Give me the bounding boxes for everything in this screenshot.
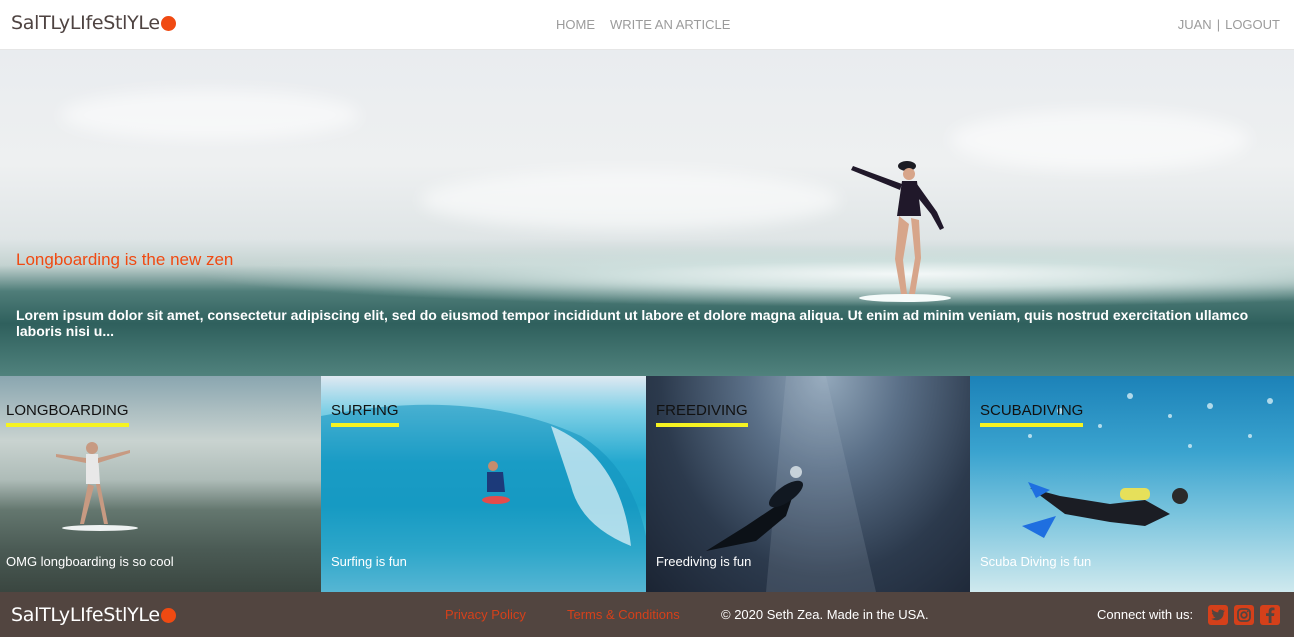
logo-dot-icon xyxy=(160,15,176,31)
category-card-freediving[interactable]: FREEDIVING Freediving is fun xyxy=(646,376,970,592)
hero-cloud xyxy=(60,90,360,140)
privacy-policy-link[interactable]: Privacy Policy xyxy=(445,607,526,622)
footer-brand-logo[interactable]: SalTLyLIfeStlYLe xyxy=(11,604,176,626)
footer: SalTLyLIfeStlYLe Privacy Policy Terms & … xyxy=(0,592,1294,637)
category-card-longboarding[interactable]: LONGBOARDING OMG longboarding is so cool xyxy=(0,376,321,592)
longboarder-figure xyxy=(56,442,138,531)
card-title: FREEDIVING xyxy=(656,402,748,427)
instagram-icon[interactable] xyxy=(1234,605,1254,625)
card-caption: Freediving is fun xyxy=(656,554,752,569)
surfer-figure xyxy=(851,161,951,302)
card-caption: Scuba Diving is fun xyxy=(980,554,1092,569)
brand-logo-text: SalTLyLIfeStlYLe xyxy=(11,12,160,34)
facebook-icon[interactable] xyxy=(1260,605,1280,625)
category-card-surfing[interactable]: SURFING Surfing is fun xyxy=(321,376,646,592)
user-separator: | xyxy=(1216,17,1221,32)
user-name-link[interactable]: JUAN xyxy=(1178,17,1212,32)
copyright-text: © 2020 Seth Zea. Made in the USA. xyxy=(721,607,929,622)
connect-label: Connect with us: xyxy=(1097,607,1194,622)
logout-link[interactable]: LOGOUT xyxy=(1225,17,1280,32)
category-card-scubadiving[interactable]: SCUBADIVING Scuba Diving is fun xyxy=(970,376,1294,592)
terms-conditions-link[interactable]: Terms & Conditions xyxy=(567,607,680,622)
hero-excerpt: Lorem ipsum dolor sit amet, consectetur … xyxy=(16,307,1249,339)
top-navbar: SalTLyLIfeStlYLe HOME WRITE AN ARTICLE J… xyxy=(0,0,1294,50)
card-caption: OMG longboarding is so cool xyxy=(6,554,174,569)
hero-title[interactable]: Longboarding is the new zen xyxy=(16,250,233,270)
nav-home-link[interactable]: HOME xyxy=(556,17,595,32)
nav-write-article-link[interactable]: WRITE AN ARTICLE xyxy=(610,17,730,32)
hero-banner[interactable]: Longboarding is the new zen Lorem ipsum … xyxy=(0,50,1294,376)
card-title: LONGBOARDING xyxy=(6,402,129,427)
footer-logo-text: SalTLyLIfeStlYLe xyxy=(11,604,160,626)
twitter-icon[interactable] xyxy=(1208,605,1228,625)
hero-cloud xyxy=(420,170,840,230)
user-menu: JUAN | LOGOUT xyxy=(1178,17,1280,32)
brand-logo[interactable]: SalTLyLIfeStlYLe xyxy=(11,12,176,34)
hero-cloud xyxy=(950,110,1250,170)
card-caption: Surfing is fun xyxy=(331,554,407,569)
card-title: SCUBADIVING xyxy=(980,402,1084,427)
main-nav: HOME WRITE AN ARTICLE xyxy=(556,17,730,32)
card-title: SURFING xyxy=(331,402,399,427)
logo-dot-icon xyxy=(160,607,176,623)
